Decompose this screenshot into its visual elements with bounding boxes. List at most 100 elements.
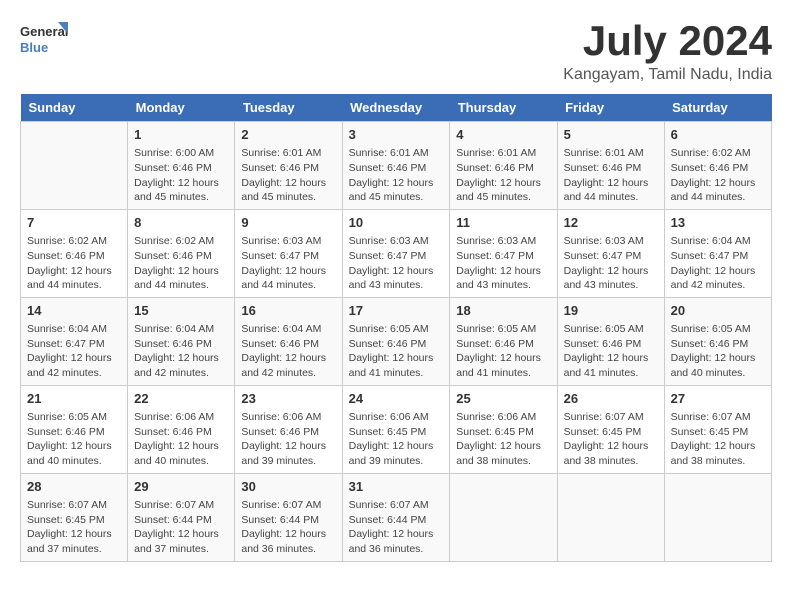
cell-info: Sunrise: 6:03 AM Sunset: 6:47 PM Dayligh… bbox=[349, 234, 444, 293]
day-number: 5 bbox=[564, 126, 658, 144]
calendar-cell bbox=[21, 122, 128, 210]
cell-info: Sunrise: 6:06 AM Sunset: 6:46 PM Dayligh… bbox=[134, 410, 228, 469]
calendar-cell: 5Sunrise: 6:01 AM Sunset: 6:46 PM Daylig… bbox=[557, 122, 664, 210]
day-number: 11 bbox=[456, 214, 550, 232]
calendar-cell: 7 Sunrise: 6:02 AM Sunset: 6:46 PM Daylig… bbox=[21, 209, 128, 297]
cell-info: Sunrise: 6:02 AM Sunset: 6:46 PM Dayligh… bbox=[671, 146, 765, 205]
cell-info: Sunrise: 6:05 AM Sunset: 6:46 PM Dayligh… bbox=[349, 322, 444, 381]
calendar-cell: 30 Sunrise: 6:07 AM Sunset: 6:44 PM Dayli… bbox=[235, 473, 342, 561]
day-number: 4 bbox=[456, 126, 550, 144]
calendar-cell: 23Sunrise: 6:06 AM Sunset: 6:46 PM Dayli… bbox=[235, 385, 342, 473]
logo-svg: General Blue bbox=[20, 20, 70, 65]
day-number: 13 bbox=[671, 214, 765, 232]
calendar-table: SundayMondayTuesdayWednesdayThursdayFrid… bbox=[20, 94, 772, 562]
calendar-cell: 17 Sunrise: 6:05 AM Sunset: 6:46 PM Dayli… bbox=[342, 297, 450, 385]
week-row-5: 28 Sunrise: 6:07 AM Sunset: 6:45 PM Dayli… bbox=[21, 473, 772, 561]
calendar-cell: 18 Sunrise: 6:05 AM Sunset: 6:46 PM Dayli… bbox=[450, 297, 557, 385]
column-header-wednesday: Wednesday bbox=[342, 94, 450, 122]
day-number: 20 bbox=[671, 302, 765, 320]
calendar-cell bbox=[450, 473, 557, 561]
column-header-friday: Friday bbox=[557, 94, 664, 122]
calendar-cell: 8 Sunrise: 6:02 AM Sunset: 6:46 PM Daylig… bbox=[128, 209, 235, 297]
day-number: 7 bbox=[27, 214, 121, 232]
day-number: 6 bbox=[671, 126, 765, 144]
header-row: SundayMondayTuesdayWednesdayThursdayFrid… bbox=[21, 94, 772, 122]
day-number: 23 bbox=[241, 390, 335, 408]
day-number: 27 bbox=[671, 390, 765, 408]
calendar-cell: 14 Sunrise: 6:04 AM Sunset: 6:47 PM Dayli… bbox=[21, 297, 128, 385]
calendar-cell: 19 Sunrise: 6:05 AM Sunset: 6:46 PM Dayli… bbox=[557, 297, 664, 385]
cell-info: Sunrise: 6:07 AM Sunset: 6:44 PM Dayligh… bbox=[241, 498, 335, 557]
main-title: July 2024 bbox=[563, 20, 772, 62]
day-number: 10 bbox=[349, 214, 444, 232]
day-number: 22 bbox=[134, 390, 228, 408]
header: General Blue July 2024 Kangayam, Tamil N… bbox=[20, 20, 772, 84]
calendar-cell: 16 Sunrise: 6:04 AM Sunset: 6:46 PM Dayli… bbox=[235, 297, 342, 385]
day-number: 12 bbox=[564, 214, 658, 232]
day-number: 16 bbox=[241, 302, 335, 320]
svg-text:Blue: Blue bbox=[20, 40, 48, 55]
column-header-tuesday: Tuesday bbox=[235, 94, 342, 122]
day-number: 1 bbox=[134, 126, 228, 144]
week-row-4: 21 Sunrise: 6:05 AM Sunset: 6:46 PM Dayli… bbox=[21, 385, 772, 473]
cell-info: Sunrise: 6:02 AM Sunset: 6:46 PM Dayligh… bbox=[27, 234, 121, 293]
calendar-cell: 1 Sunrise: 6:00 AM Sunset: 6:46 PM Daylig… bbox=[128, 122, 235, 210]
cell-info: Sunrise: 6:02 AM Sunset: 6:46 PM Dayligh… bbox=[134, 234, 228, 293]
calendar-cell: 24 Sunrise: 6:06 AM Sunset: 6:45 PM Dayli… bbox=[342, 385, 450, 473]
week-row-2: 7 Sunrise: 6:02 AM Sunset: 6:46 PM Daylig… bbox=[21, 209, 772, 297]
column-header-sunday: Sunday bbox=[21, 94, 128, 122]
day-number: 28 bbox=[27, 478, 121, 496]
day-number: 29 bbox=[134, 478, 228, 496]
day-number: 25 bbox=[456, 390, 550, 408]
cell-info: Sunrise: 6:01 AM Sunset: 6:46 PM Dayligh… bbox=[241, 146, 335, 205]
cell-info: Sunrise: 6:04 AM Sunset: 6:46 PM Dayligh… bbox=[241, 322, 335, 381]
svg-text:General: General bbox=[20, 24, 68, 39]
day-number: 8 bbox=[134, 214, 228, 232]
cell-info: Sunrise: 6:07 AM Sunset: 6:45 PM Dayligh… bbox=[564, 410, 658, 469]
day-number: 19 bbox=[564, 302, 658, 320]
cell-info: Sunrise: 6:04 AM Sunset: 6:47 PM Dayligh… bbox=[27, 322, 121, 381]
cell-info: Sunrise: 6:07 AM Sunset: 6:45 PM Dayligh… bbox=[671, 410, 765, 469]
cell-info: Sunrise: 6:06 AM Sunset: 6:45 PM Dayligh… bbox=[456, 410, 550, 469]
calendar-cell: 26 Sunrise: 6:07 AM Sunset: 6:45 PM Dayli… bbox=[557, 385, 664, 473]
calendar-cell: 12 Sunrise: 6:03 AM Sunset: 6:47 PM Dayli… bbox=[557, 209, 664, 297]
week-row-3: 14 Sunrise: 6:04 AM Sunset: 6:47 PM Dayli… bbox=[21, 297, 772, 385]
cell-info: Sunrise: 6:05 AM Sunset: 6:46 PM Dayligh… bbox=[456, 322, 550, 381]
calendar-cell: 10 Sunrise: 6:03 AM Sunset: 6:47 PM Dayli… bbox=[342, 209, 450, 297]
cell-info: Sunrise: 6:05 AM Sunset: 6:46 PM Dayligh… bbox=[27, 410, 121, 469]
title-section: July 2024 Kangayam, Tamil Nadu, India bbox=[563, 20, 772, 84]
day-number: 14 bbox=[27, 302, 121, 320]
cell-info: Sunrise: 6:03 AM Sunset: 6:47 PM Dayligh… bbox=[564, 234, 658, 293]
logo: General Blue bbox=[20, 20, 70, 65]
calendar-cell bbox=[557, 473, 664, 561]
calendar-cell bbox=[664, 473, 771, 561]
calendar-cell: 3 Sunrise: 6:01 AM Sunset: 6:46 PM Daylig… bbox=[342, 122, 450, 210]
cell-info: Sunrise: 6:01 AM Sunset: 6:46 PM Dayligh… bbox=[349, 146, 444, 205]
cell-info: Sunrise: 6:07 AM Sunset: 6:45 PM Dayligh… bbox=[27, 498, 121, 557]
day-number: 24 bbox=[349, 390, 444, 408]
column-header-thursday: Thursday bbox=[450, 94, 557, 122]
calendar-cell: 22 Sunrise: 6:06 AM Sunset: 6:46 PM Dayli… bbox=[128, 385, 235, 473]
cell-info: Sunrise: 6:04 AM Sunset: 6:46 PM Dayligh… bbox=[134, 322, 228, 381]
cell-info: Sunrise: 6:03 AM Sunset: 6:47 PM Dayligh… bbox=[241, 234, 335, 293]
cell-info: Sunrise: 6:05 AM Sunset: 6:46 PM Dayligh… bbox=[564, 322, 658, 381]
day-number: 30 bbox=[241, 478, 335, 496]
day-number: 2 bbox=[241, 126, 335, 144]
cell-info: Sunrise: 6:00 AM Sunset: 6:46 PM Dayligh… bbox=[134, 146, 228, 205]
calendar-cell: 28 Sunrise: 6:07 AM Sunset: 6:45 PM Dayli… bbox=[21, 473, 128, 561]
day-number: 9 bbox=[241, 214, 335, 232]
day-number: 18 bbox=[456, 302, 550, 320]
calendar-cell: 2 Sunrise: 6:01 AM Sunset: 6:46 PM Daylig… bbox=[235, 122, 342, 210]
calendar-cell: 31Sunrise: 6:07 AM Sunset: 6:44 PM Dayli… bbox=[342, 473, 450, 561]
day-number: 3 bbox=[349, 126, 444, 144]
day-number: 21 bbox=[27, 390, 121, 408]
day-number: 26 bbox=[564, 390, 658, 408]
calendar-cell: 21 Sunrise: 6:05 AM Sunset: 6:46 PM Dayli… bbox=[21, 385, 128, 473]
day-number: 17 bbox=[349, 302, 444, 320]
cell-info: Sunrise: 6:05 AM Sunset: 6:46 PM Dayligh… bbox=[671, 322, 765, 381]
subtitle: Kangayam, Tamil Nadu, India bbox=[563, 66, 772, 84]
day-number: 31 bbox=[349, 478, 444, 496]
cell-info: Sunrise: 6:06 AM Sunset: 6:45 PM Dayligh… bbox=[349, 410, 444, 469]
calendar-cell: 15Sunrise: 6:04 AM Sunset: 6:46 PM Dayli… bbox=[128, 297, 235, 385]
calendar-cell: 9 Sunrise: 6:03 AM Sunset: 6:47 PM Daylig… bbox=[235, 209, 342, 297]
